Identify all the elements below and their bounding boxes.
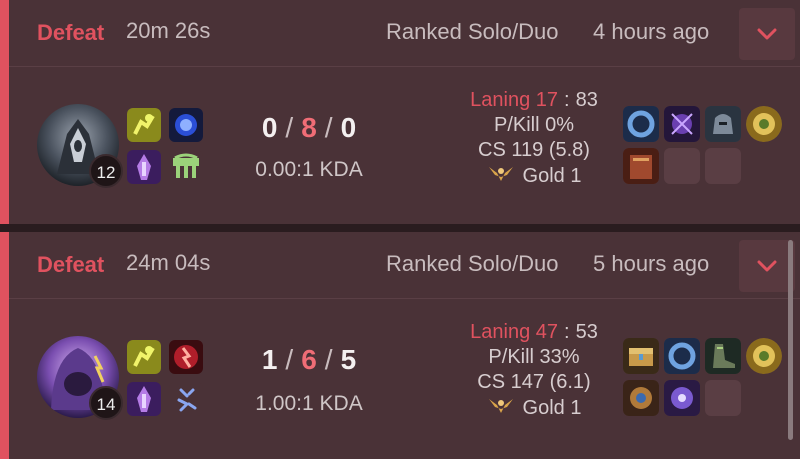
laning-opponent-score: 53 xyxy=(575,321,598,343)
golden-chest-item-icon[interactable] xyxy=(623,338,659,374)
laning-opponent-score: 83 xyxy=(575,89,598,111)
creep-score: CS 147 (6.1) xyxy=(477,371,591,393)
match-stats: Laning 47:53 P/Kill 33% CS 147 (6.1) Gol… xyxy=(429,320,639,420)
violet-orb-item-icon[interactable] xyxy=(664,380,700,416)
deaths: 6 xyxy=(301,344,317,375)
time-ago: 5 hours ago xyxy=(593,251,710,276)
chevron-down-icon xyxy=(757,28,777,40)
time-ago: 4 hours ago xyxy=(593,19,710,44)
match-result: Defeat xyxy=(37,20,105,45)
kill-participation: P/Kill 0% xyxy=(493,114,575,136)
match-duration: 24m 04s xyxy=(126,250,211,275)
champion-avatar[interactable]: 12 xyxy=(37,104,123,188)
ignite-spell-icon[interactable] xyxy=(169,340,203,374)
ring-item-icon[interactable] xyxy=(664,338,700,374)
cleanse-spell-icon[interactable] xyxy=(169,108,203,142)
rank-tier: Gold 1 xyxy=(522,164,582,187)
boots-item-icon[interactable] xyxy=(705,338,741,374)
assists: 0 xyxy=(340,112,357,143)
resolve-tree-icon[interactable] xyxy=(169,150,203,184)
keystone-rune-icon[interactable] xyxy=(127,150,161,184)
empty-item-slot xyxy=(705,148,741,184)
match-card[interactable]: Defeat 24m 04s Ranked Solo/Duo 5 hours a… xyxy=(0,232,800,459)
match-duration: 20m 26s xyxy=(126,18,211,43)
kills: 1 xyxy=(261,344,278,375)
ghost-spell-icon[interactable] xyxy=(127,108,161,142)
kda-score: 0/8/0 xyxy=(261,112,357,143)
match-header: Defeat 24m 04s Ranked Solo/Duo 5 hours a… xyxy=(9,232,800,299)
tome-item-icon[interactable] xyxy=(623,148,659,184)
gold-ward-trinket-icon[interactable] xyxy=(746,106,782,142)
expand-button[interactable] xyxy=(739,8,795,60)
gold-ward-trinket-icon[interactable] xyxy=(746,338,782,374)
match-card[interactable]: Defeat 20m 26s Ranked Solo/Duo 4 hours a… xyxy=(0,0,800,224)
deaths: 8 xyxy=(301,112,317,143)
gold-rank-icon xyxy=(487,395,515,422)
match-stats: Laning 17:83 P/Kill 0% CS 119 (5.8) Gold… xyxy=(429,88,639,188)
chevron-down-icon xyxy=(757,260,777,272)
queue-type: Ranked Solo/Duo xyxy=(386,19,559,44)
expand-button[interactable] xyxy=(739,240,795,292)
ring-item-icon[interactable] xyxy=(623,106,659,142)
laning-score: Laning 47 xyxy=(470,321,559,343)
dark-orb-item-icon[interactable] xyxy=(664,106,700,142)
gear-orb-item-icon[interactable] xyxy=(623,380,659,416)
keystone-rune-icon[interactable] xyxy=(127,382,161,416)
assists: 5 xyxy=(340,344,357,375)
kda-ratio: 1.00:1 KDA xyxy=(255,392,363,415)
creep-score: CS 119 (5.8) xyxy=(478,139,590,161)
gold-rank-icon xyxy=(487,163,515,190)
kills: 0 xyxy=(261,112,278,143)
sorcery-tree-icon[interactable] xyxy=(169,382,203,416)
champion-avatar[interactable]: 14 xyxy=(37,336,123,420)
match-header: Defeat 20m 26s Ranked Solo/Duo 4 hours a… xyxy=(9,0,800,67)
rank-tier: Gold 1 xyxy=(522,396,582,419)
empty-item-slot xyxy=(705,380,741,416)
empty-item-slot xyxy=(664,148,700,184)
helmet-item-icon[interactable] xyxy=(705,106,741,142)
kda-ratio: 0.00:1 KDA xyxy=(255,158,363,181)
scrollbar[interactable] xyxy=(788,240,793,440)
kill-participation: P/Kill 33% xyxy=(488,346,580,368)
queue-type: Ranked Solo/Duo xyxy=(386,251,559,276)
kda-score: 1/6/5 xyxy=(261,344,357,375)
laning-score: Laning 17 xyxy=(470,89,559,111)
ghost-spell-icon[interactable] xyxy=(127,340,161,374)
champion-level: 12 xyxy=(89,154,123,188)
match-result: Defeat xyxy=(37,252,105,277)
champion-level: 14 xyxy=(89,386,123,420)
